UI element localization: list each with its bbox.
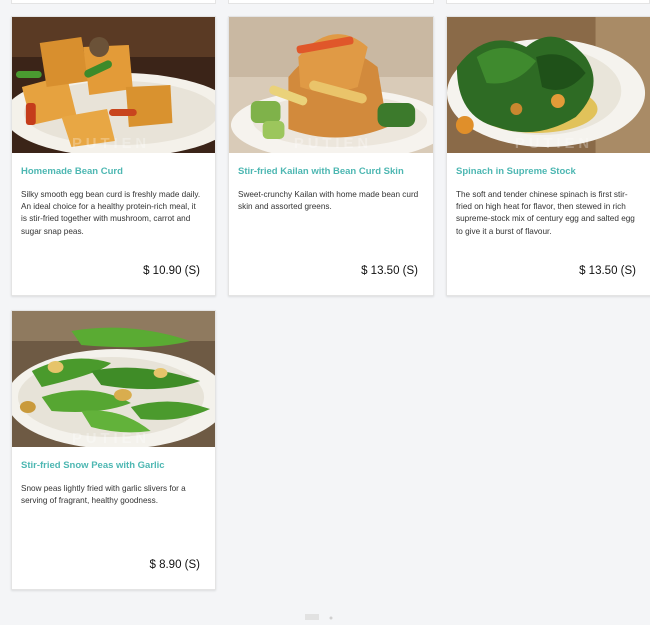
dish-description: The soft and tender chinese spinach is f… xyxy=(456,190,635,236)
dish-name[interactable]: Stir-fried Snow Peas with Garlic xyxy=(21,460,209,471)
card-edge-previous-row xyxy=(446,0,650,4)
dish-price: $ 13.50 (S) xyxy=(361,265,418,277)
menu-card-stir-fried-kailan[interactable]: PUTIEN Stir-fried Kailan with Bean Curd … xyxy=(228,16,434,296)
menu-card-stir-fried-snow-peas[interactable]: PUTIEN Stir-fried Snow Peas with Garlic … xyxy=(11,310,216,590)
dish-photo[interactable]: PUTIEN xyxy=(12,311,215,447)
dish-description: Sweet-crunchy Kailan with home made bean… xyxy=(238,190,419,212)
dish-photo[interactable]: PUTIEN xyxy=(12,17,215,153)
watermark-text: PUTIEN xyxy=(72,135,150,152)
dish-price: $ 13.50 (S) xyxy=(579,265,636,277)
dish-price: $ 8.90 (S) xyxy=(149,559,201,571)
dish-name[interactable]: Stir-fried Kailan with Bean Curd Skin xyxy=(238,166,427,177)
dish-photo[interactable]: PUTIEN xyxy=(447,17,650,153)
menu-card-homemade-bean-curd[interactable]: PUTIEN Homemade Bean Curd Silky smooth e… xyxy=(11,16,216,296)
menu-card-spinach-supreme-stock[interactable]: PUTIEN Spinach in Supreme Stock The soft… xyxy=(446,16,650,296)
watermark-text: PUTIEN xyxy=(294,135,372,152)
page-dot[interactable] xyxy=(329,616,333,620)
dish-description: Snow peas lightly fried with garlic sliv… xyxy=(21,484,186,506)
dish-price: $ 10.90 (S) xyxy=(143,265,200,277)
dish-name[interactable]: Homemade Bean Curd xyxy=(21,166,209,177)
watermark-text: PUTIEN xyxy=(72,430,150,447)
dish-photo[interactable]: PUTIEN xyxy=(229,17,433,153)
menu-grid: PUTIEN Homemade Bean Curd Silky smooth e… xyxy=(0,0,650,615)
pagination-indicator[interactable] xyxy=(305,607,341,620)
card-edge-previous-row xyxy=(11,0,216,4)
dish-description: Silky smooth egg bean curd is freshly ma… xyxy=(21,190,201,236)
watermark-text: PUTIEN xyxy=(515,135,593,152)
dish-name[interactable]: Spinach in Supreme Stock xyxy=(456,166,645,177)
card-edge-previous-row xyxy=(228,0,434,4)
